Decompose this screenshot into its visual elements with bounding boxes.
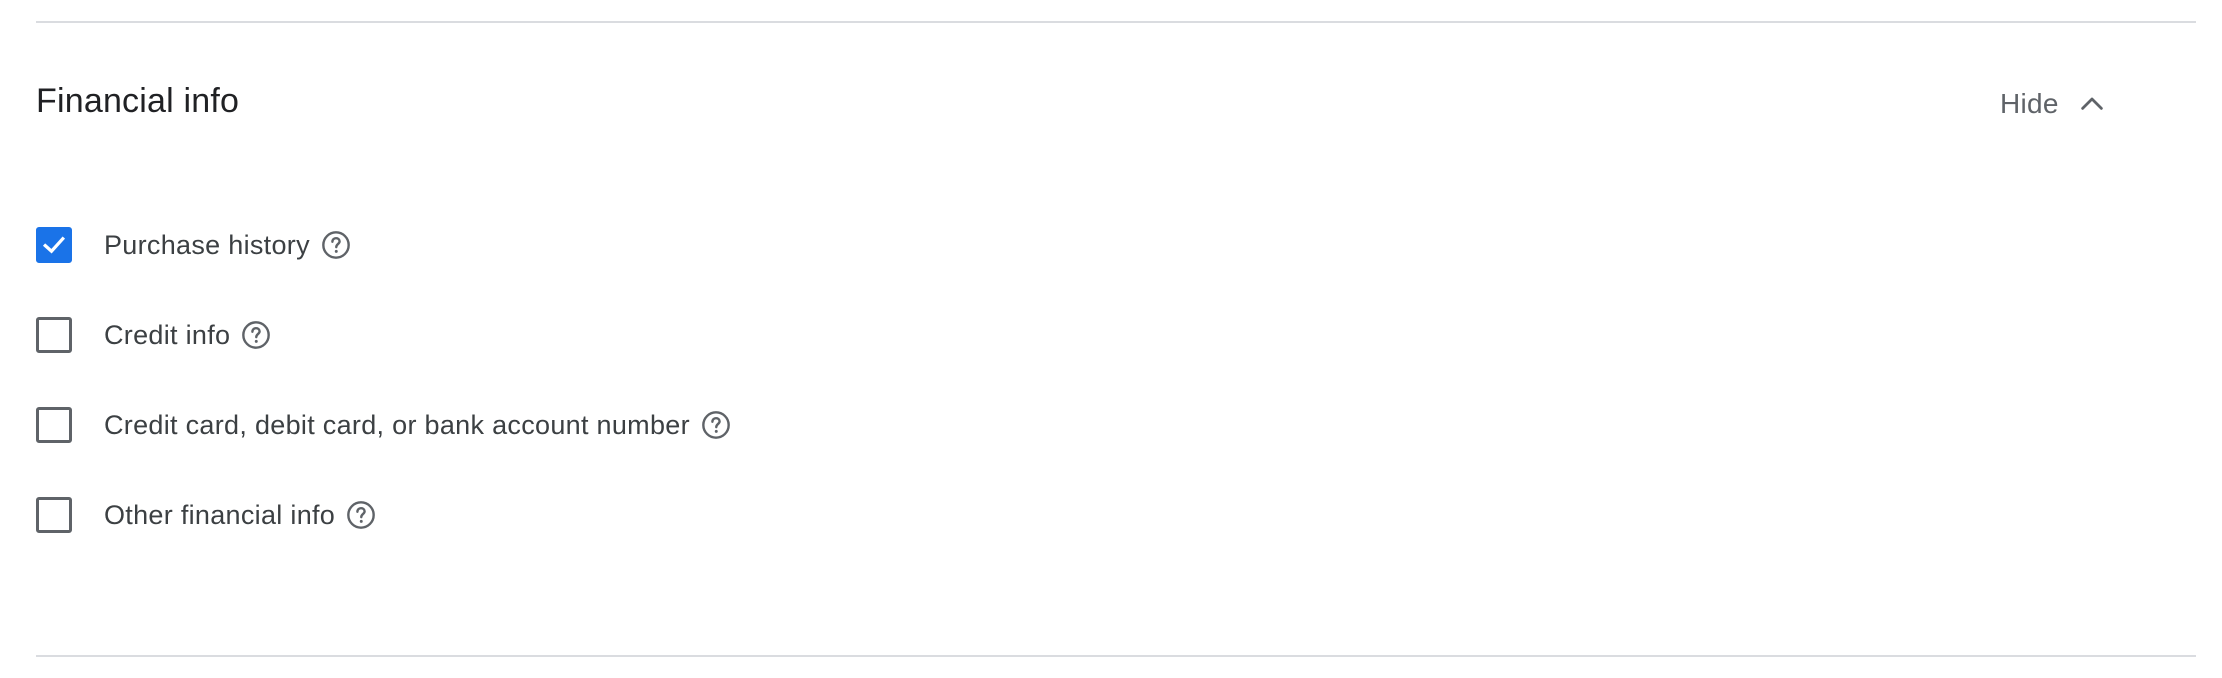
checkmark-icon bbox=[42, 236, 66, 254]
option-credit-info: Credit info bbox=[36, 290, 732, 380]
option-label[interactable]: Credit info bbox=[104, 315, 230, 355]
options-list: Purchase history Credit info Credit card… bbox=[36, 200, 732, 560]
chevron-up-icon bbox=[2081, 97, 2103, 110]
option-label[interactable]: Credit card, debit card, or bank account… bbox=[104, 405, 690, 445]
help-icon[interactable] bbox=[320, 229, 352, 261]
top-divider bbox=[36, 21, 2196, 23]
help-icon[interactable] bbox=[345, 499, 377, 531]
card-or-bank-number-checkbox[interactable] bbox=[36, 407, 72, 443]
hide-toggle-label: Hide bbox=[2000, 88, 2059, 119]
bottom-divider bbox=[36, 655, 2196, 657]
option-card-or-bank-number: Credit card, debit card, or bank account… bbox=[36, 380, 732, 470]
hide-toggle-button[interactable]: Hide bbox=[2000, 82, 2107, 126]
option-purchase-history: Purchase history bbox=[36, 200, 732, 290]
section-title: Financial info bbox=[36, 82, 240, 120]
other-financial-info-checkbox[interactable] bbox=[36, 497, 72, 533]
option-label[interactable]: Other financial info bbox=[104, 495, 335, 535]
option-other-financial-info: Other financial info bbox=[36, 470, 732, 560]
option-label[interactable]: Purchase history bbox=[104, 225, 310, 265]
purchase-history-checkbox[interactable] bbox=[36, 227, 72, 263]
credit-info-checkbox[interactable] bbox=[36, 317, 72, 353]
financial-info-section: Financial info Hide Purchase history Cre… bbox=[0, 0, 2222, 678]
help-icon[interactable] bbox=[240, 319, 272, 351]
help-icon[interactable] bbox=[700, 409, 732, 441]
